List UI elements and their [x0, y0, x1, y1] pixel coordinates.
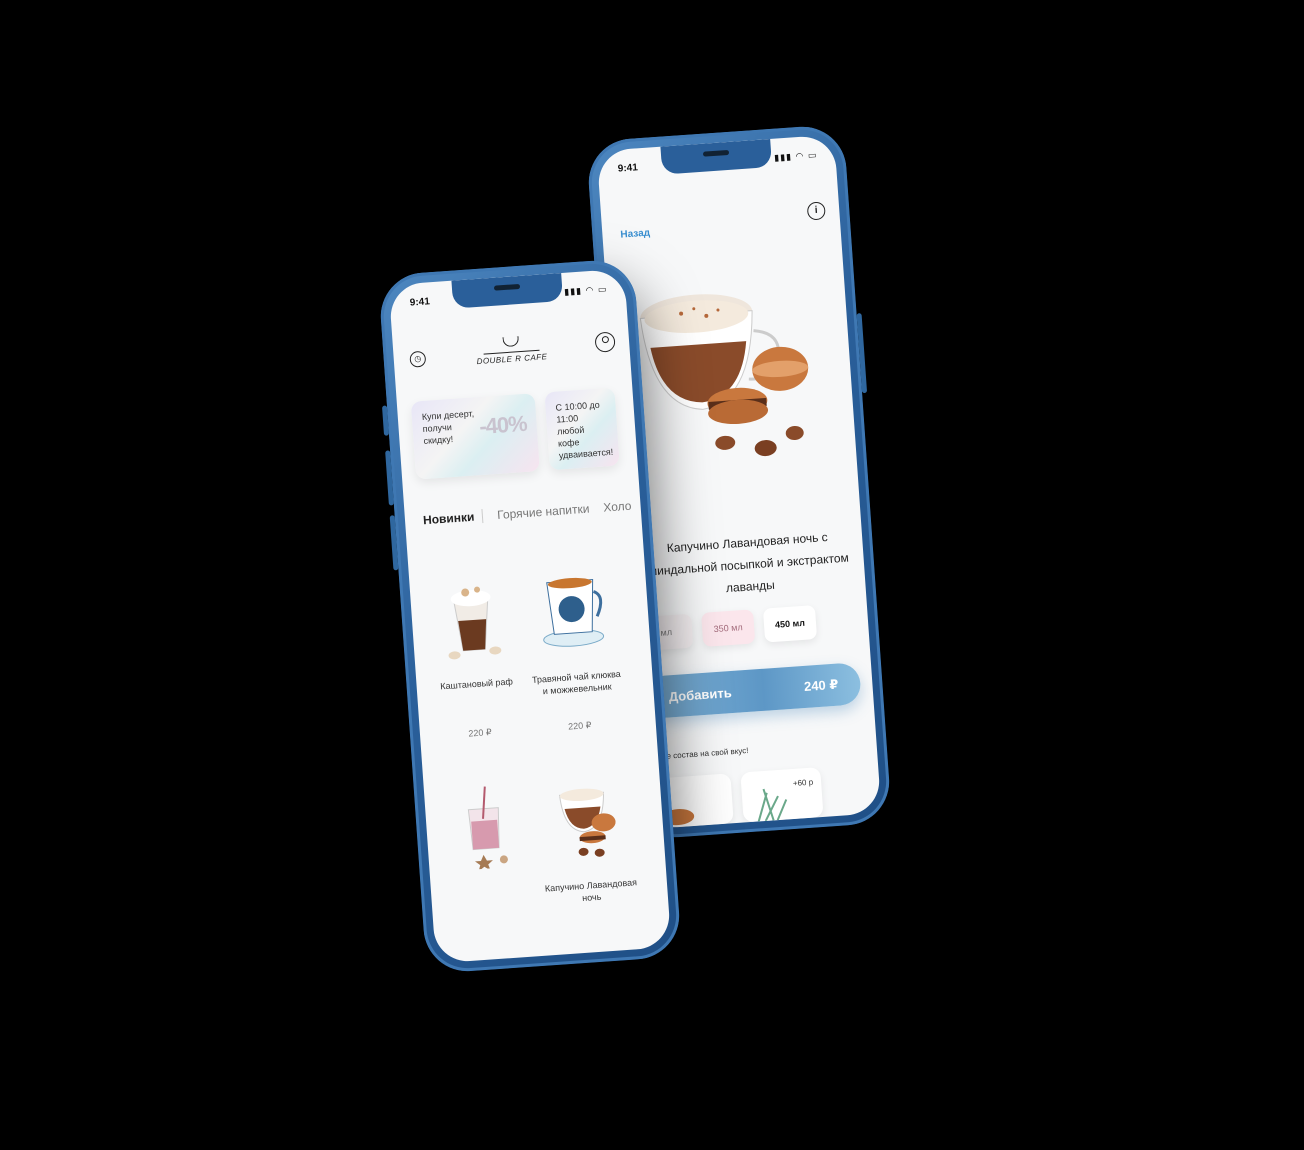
menu-screen: 9:41 ▮▮▮ ◠ ▭ ◷ DOUBLE R CAFE Купи десерт…	[388, 268, 672, 964]
volume-down-button	[389, 515, 399, 571]
product-name: Травяной чай клюква и можжевельник	[531, 668, 622, 697]
logo-text: DOUBLE R CAFE	[476, 352, 548, 367]
product-grid: Каштановый раф 220 ₽ Травяной чай клюква…	[421, 560, 642, 940]
promo-text: С 10:00 до 11:00 любой кофе удваивается!	[555, 399, 614, 461]
volume-up-button	[385, 450, 394, 506]
wifi-icon: ◠	[585, 284, 595, 296]
add-button-label: Добавить	[668, 684, 733, 704]
signal-icon: ▮▮▮	[773, 151, 793, 163]
promo-card-coffee[interactable]: С 10:00 до 11:00 любой кофе удваивается!	[544, 387, 620, 471]
product-price: 220 ₽	[567, 719, 592, 732]
battery-icon: ▭	[597, 283, 608, 295]
wifi-icon: ◠	[795, 150, 805, 162]
phone-menu: 9:41 ▮▮▮ ◠ ▭ ◷ DOUBLE R CAFE Купи десерт…	[377, 257, 683, 975]
product-price: 220 ₽	[468, 726, 492, 739]
addon-list: +60 р	[650, 764, 871, 829]
herbs-illustration	[757, 788, 788, 822]
berry-drink-illustration	[467, 786, 508, 872]
promo-text: Купи десерт, получи скидку!	[421, 408, 475, 446]
compose-hint: те состав на свой вкус!	[662, 746, 749, 761]
cup-icon	[502, 336, 520, 348]
notch	[451, 272, 564, 309]
category-tabs: Новинки Горячие напитки Холо	[422, 499, 632, 528]
addon-card-herbs[interactable]: +60 р	[740, 767, 824, 823]
product-title: Капучино Лавандовая ночь с миндальной по…	[648, 529, 850, 596]
promo-discount: -40%	[478, 410, 528, 440]
info-icon[interactable]: i	[806, 201, 826, 221]
size-option-large[interactable]: 450 мл	[762, 605, 818, 643]
cappuccino-macarons-illustration	[639, 294, 809, 457]
product-card[interactable]: Каштановый раф 220 ₽	[421, 567, 529, 742]
product-card[interactable]	[435, 775, 542, 939]
status-time: 9:41	[617, 162, 639, 175]
tab-hot-drinks[interactable]: Горячие напитки	[497, 502, 590, 522]
battery-icon: ▭	[807, 149, 818, 161]
promo-card-dessert[interactable]: Купи десерт, получи скидку! -40%	[410, 393, 540, 480]
power-button	[856, 313, 868, 394]
product-card[interactable]: Капучино Лавандовая ночь	[535, 768, 642, 932]
product-card[interactable]: Травяной чай клюква и можжевельник 220 ₽	[521, 560, 629, 735]
status-time: 9:41	[409, 296, 431, 309]
notch	[660, 138, 773, 175]
back-link[interactable]: Назад	[620, 228, 650, 241]
size-option-medium[interactable]: 350 мл	[701, 609, 756, 647]
product-price	[546, 926, 642, 933]
product-name: Капучино Лавандовая ночь	[544, 877, 638, 904]
status-icons: ▮▮▮ ◠ ▭	[774, 150, 818, 164]
herbal-tea-illustration	[543, 577, 605, 647]
chestnut-raf-illustration	[448, 586, 502, 660]
product-name	[443, 883, 541, 926]
cafe-logo: DOUBLE R CAFE	[393, 328, 630, 371]
add-to-cart-button[interactable]: Добавить 240 ₽	[643, 662, 862, 720]
size-selector: мл 350 мл 450 мл	[639, 602, 859, 652]
tab-cold-drinks[interactable]: Холо	[603, 499, 632, 515]
signal-icon: ▮▮▮	[563, 285, 583, 297]
product-name: Каштановый раф	[440, 676, 514, 692]
tab-new[interactable]: Новинки	[422, 509, 484, 528]
lavender-cappuccino-illustration	[559, 788, 616, 857]
promo-carousel: Купи десерт, получи скидку! -40% С 10:00…	[410, 387, 620, 480]
status-icons: ▮▮▮ ◠ ▭	[564, 284, 608, 298]
product-price	[446, 933, 542, 940]
add-button-price: 240 ₽	[803, 676, 839, 694]
addon-price: +60 р	[792, 777, 814, 788]
mute-switch	[381, 405, 390, 436]
